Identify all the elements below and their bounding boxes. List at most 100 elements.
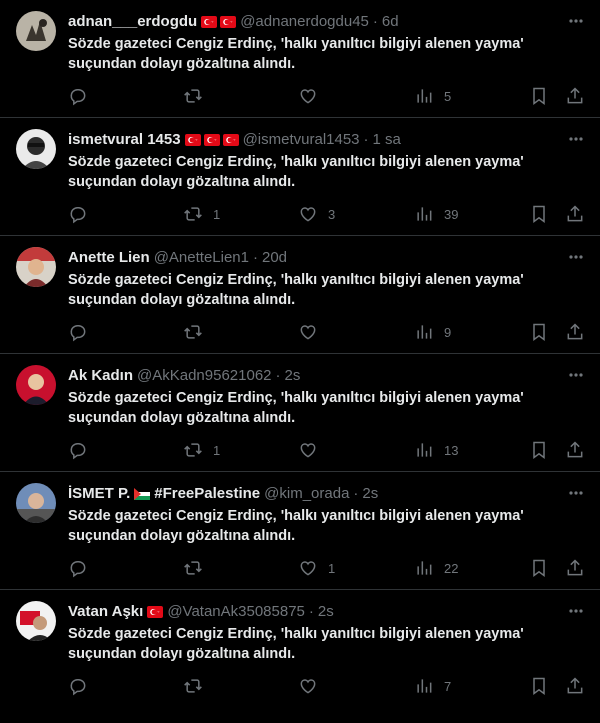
bookmark-button[interactable] [529, 322, 549, 342]
bookmark-icon [529, 322, 549, 342]
retweet-button[interactable] [183, 558, 213, 578]
timestamp[interactable]: 2s [318, 603, 334, 620]
action-bar: 1 3 39 [68, 204, 588, 224]
avatar[interactable] [16, 601, 56, 641]
flags [134, 487, 151, 500]
retweet-count: 1 [213, 442, 221, 458]
reply-button[interactable] [68, 322, 98, 342]
share-icon [565, 204, 585, 224]
share-icon [565, 440, 585, 460]
author-name[interactable]: Anette Lien [68, 249, 150, 266]
author-handle[interactable]: @AnetteLien1 [154, 249, 249, 266]
views-button[interactable]: 9 [414, 322, 451, 342]
more-icon[interactable] [566, 248, 586, 266]
more-icon[interactable] [566, 484, 586, 502]
views-count: 9 [444, 324, 452, 340]
retweet-button[interactable]: 1 [183, 204, 220, 224]
views-button[interactable]: 22 [414, 558, 458, 578]
like-button[interactable]: 1 [298, 558, 335, 578]
author-name[interactable]: adnan___erdogdu [68, 13, 197, 30]
timestamp[interactable]: 2s [362, 485, 378, 502]
reply-button[interactable] [68, 86, 98, 106]
author-name[interactable]: İSMET P. [68, 485, 130, 502]
avatar[interactable] [16, 365, 56, 405]
bookmark-button[interactable] [529, 204, 549, 224]
heart-icon [298, 676, 318, 696]
views-button[interactable]: 5 [414, 86, 451, 106]
timestamp[interactable]: 20d [262, 249, 287, 266]
reply-button[interactable] [68, 676, 98, 696]
reply-button[interactable] [68, 558, 98, 578]
share-button[interactable] [565, 204, 585, 224]
share-icon [565, 322, 585, 342]
author-name-hashtag[interactable]: #FreePalestine [154, 485, 260, 502]
author-handle[interactable]: @VatanAk35085875 [167, 603, 305, 620]
like-button[interactable] [298, 676, 328, 696]
avatar[interactable] [16, 129, 56, 169]
share-button[interactable] [565, 322, 585, 342]
flags [201, 15, 237, 28]
action-bar: 1 13 [68, 440, 588, 460]
tweet-text: Sözde gazeteci Cengiz Erdinç, 'halkı yan… [68, 272, 524, 308]
bookmark-button[interactable] [529, 440, 549, 460]
share-icon [565, 558, 585, 578]
action-bar: 9 [68, 322, 588, 342]
retweet-button[interactable] [183, 676, 213, 696]
like-button[interactable] [298, 322, 328, 342]
tweet[interactable]: Vatan Aşkı @VatanAk35085875 · 2s Sözde g… [0, 590, 600, 708]
share-button[interactable] [565, 86, 585, 106]
retweet-icon [183, 204, 203, 224]
like-button[interactable] [298, 440, 328, 460]
timestamp[interactable]: 2s [285, 367, 301, 384]
tweet[interactable]: ismetvural 1453 @ismetvural1453 · 1 sa S… [0, 118, 600, 236]
retweet-button[interactable] [183, 322, 213, 342]
avatar[interactable] [16, 11, 56, 51]
share-button[interactable] [565, 676, 585, 696]
flags [147, 605, 164, 618]
reply-button[interactable] [68, 204, 98, 224]
retweet-button[interactable]: 1 [183, 440, 220, 460]
author-handle[interactable]: @AkKadn95621062 [137, 367, 272, 384]
author-handle[interactable]: @kim_orada [264, 485, 349, 502]
views-icon [414, 558, 434, 578]
tweet[interactable]: Ak Kadın @AkKadn95621062 · 2s Sözde gaze… [0, 354, 600, 472]
views-button[interactable]: 39 [414, 204, 458, 224]
more-icon[interactable] [566, 12, 586, 30]
separator: · [372, 12, 378, 30]
retweet-icon [183, 676, 203, 696]
like-button[interactable]: 3 [298, 204, 335, 224]
bookmark-button[interactable] [529, 86, 549, 106]
retweet-button[interactable] [183, 86, 213, 106]
more-icon[interactable] [566, 366, 586, 384]
author-handle[interactable]: @adnanerdogdu45 [240, 13, 369, 30]
author-name[interactable]: ismetvural 1453 [68, 131, 181, 148]
action-bar: 1 22 [68, 558, 588, 578]
reply-button[interactable] [68, 440, 98, 460]
author-name[interactable]: Ak Kadın [68, 367, 133, 384]
tweet[interactable]: adnan___erdogdu @adnanerdogdu45 · 6d Söz… [0, 0, 600, 118]
reply-icon [68, 676, 88, 696]
bookmark-button[interactable] [529, 558, 549, 578]
tweet-text: Sözde gazeteci Cengiz Erdinç, 'halkı yan… [68, 36, 524, 72]
share-button[interactable] [565, 558, 585, 578]
views-button[interactable]: 13 [414, 440, 458, 460]
tweet[interactable]: İSMET P. #FreePalestine @kim_orada · 2s … [0, 472, 600, 590]
timestamp[interactable]: 6d [382, 13, 399, 30]
bookmark-icon [529, 204, 549, 224]
views-count: 22 [444, 560, 459, 576]
more-icon[interactable] [566, 130, 586, 148]
share-button[interactable] [565, 440, 585, 460]
more-icon[interactable] [566, 602, 586, 620]
avatar[interactable] [16, 483, 56, 523]
avatar[interactable] [16, 247, 56, 287]
tweet[interactable]: Anette Lien @AnetteLien1 · 20d Sözde gaz… [0, 236, 600, 354]
heart-icon [298, 86, 318, 106]
timestamp[interactable]: 1 sa [373, 131, 401, 148]
author-name[interactable]: Vatan Aşkı [68, 603, 143, 620]
views-button[interactable]: 7 [414, 676, 451, 696]
like-button[interactable] [298, 86, 328, 106]
author-handle[interactable]: @ismetvural1453 [243, 131, 360, 148]
palestine-flag-icon [134, 487, 151, 500]
retweet-icon [183, 440, 203, 460]
bookmark-button[interactable] [529, 676, 549, 696]
